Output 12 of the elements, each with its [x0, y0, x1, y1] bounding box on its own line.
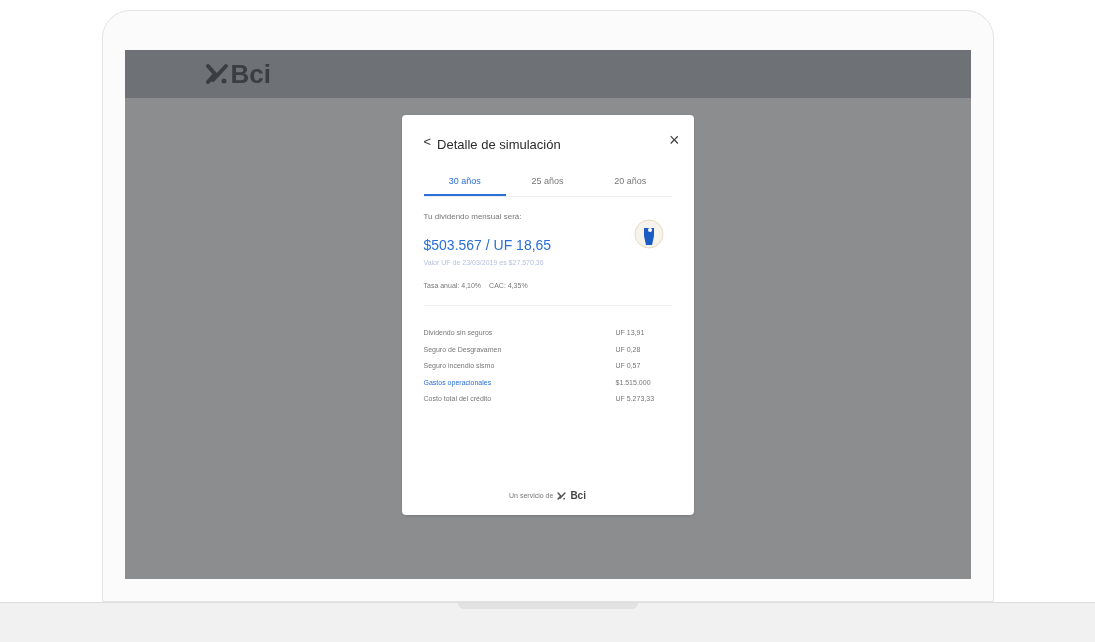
logo-mark-icon	[204, 63, 229, 85]
logo-mark-icon	[557, 491, 567, 500]
footer-logo-text: Bci	[570, 490, 586, 501]
tab[interactable]: 20 años	[588, 168, 672, 196]
amount-text: $503.567 / UF 18,65	[423, 236, 553, 255]
back-button[interactable]: <	[423, 132, 432, 152]
dividend-label: Tu dividendo mensual será:	[423, 211, 523, 223]
tab[interactable]: 30 años	[423, 168, 507, 196]
close-button[interactable]: ×	[669, 130, 680, 149]
modal-title: Detalle de simulación	[437, 136, 562, 154]
tab[interactable]: 25 años	[506, 168, 589, 196]
hand-icon	[633, 219, 664, 249]
